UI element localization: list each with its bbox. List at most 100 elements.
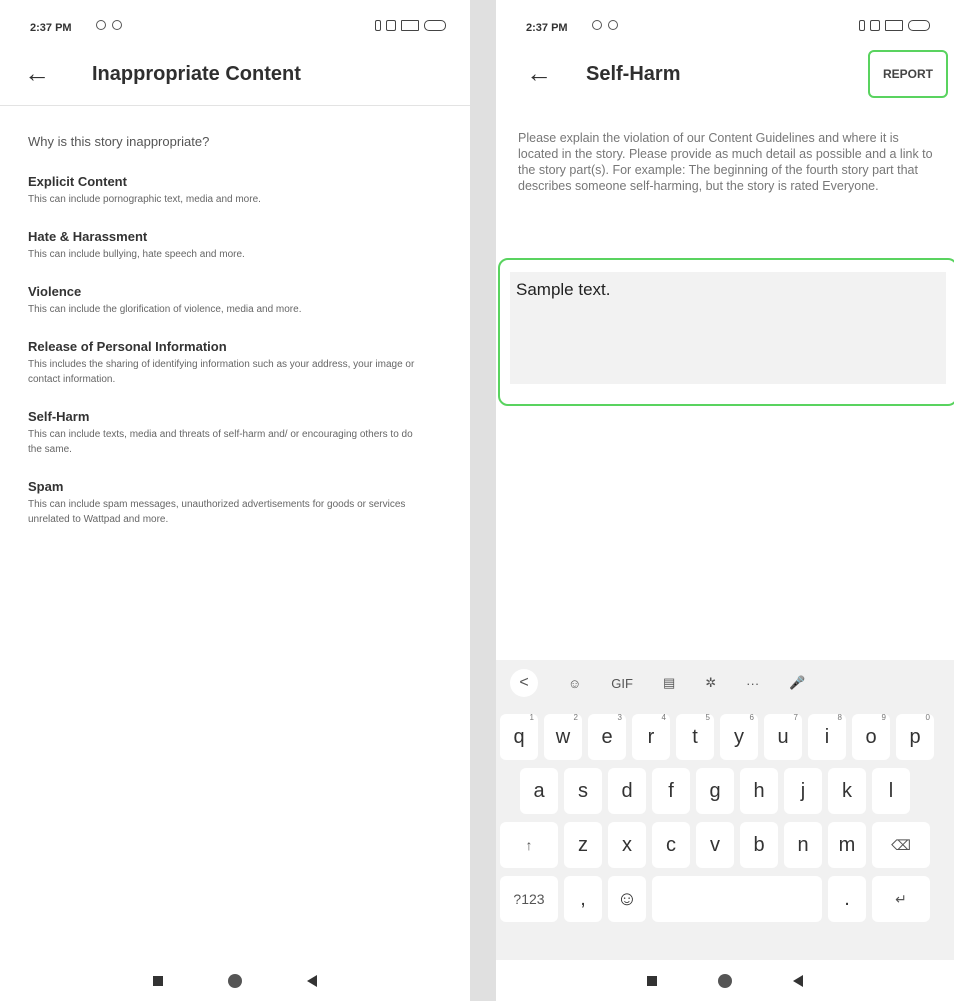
key-b[interactable]: b — [740, 822, 778, 868]
reason-description: This can include texts, media and threat… — [28, 429, 413, 455]
reason-option[interactable]: Violence This can include the glorificati… — [28, 284, 428, 317]
key-n[interactable]: n — [784, 822, 822, 868]
app-bar: ← Self-Harm REPORT — [496, 50, 954, 106]
key-g[interactable]: g — [696, 768, 734, 814]
reason-option[interactable]: Hate & Harassment This can include bullyi… — [28, 229, 428, 262]
emoji-key[interactable]: ☺ — [608, 876, 646, 922]
key-y[interactable]: y6 — [720, 713, 758, 760]
key-label: o — [865, 726, 877, 748]
status-time: 2:37 PM — [30, 22, 72, 34]
status-time: 2:37 PM — [526, 22, 568, 34]
keyboard-row-3: ↑ z x c v b n m ⌫ — [496, 822, 954, 868]
reason-option[interactable]: Self-Harm This can include texts, media a… — [28, 409, 428, 457]
keyboard-row-2: asdfghjkl — [496, 768, 954, 814]
back-button[interactable] — [793, 975, 804, 987]
key-q[interactable]: q1 — [500, 713, 538, 760]
backspace-key[interactable]: ⌫ — [872, 822, 930, 868]
key-p[interactable]: p0 — [896, 713, 934, 760]
more-icon[interactable]: ··· — [746, 676, 759, 691]
collapse-icon[interactable]: < — [510, 669, 538, 697]
key-label: y — [734, 726, 744, 748]
reason-option[interactable]: Spam This can include spam messages, unau… — [28, 479, 428, 527]
explanation-field-wrapper — [498, 258, 954, 406]
reason-description: This can include bullying, hate speech a… — [28, 249, 245, 260]
reason-option[interactable]: Explicit Content This can include pornogr… — [28, 174, 428, 207]
clipboard-icon[interactable]: ▤ — [663, 675, 675, 691]
shift-key[interactable]: ↑ — [500, 822, 558, 868]
key-w[interactable]: w2 — [544, 713, 582, 760]
key-number-hint: 4 — [661, 713, 666, 722]
microphone-icon[interactable]: 🎤 — [789, 675, 805, 691]
key-number-hint: 3 — [617, 713, 622, 722]
enter-key[interactable]: ↵ — [872, 876, 930, 922]
reason-title: Self-Harm — [28, 409, 90, 424]
key-x[interactable]: x — [608, 822, 646, 868]
sticker-icon[interactable]: ☺ — [568, 676, 581, 691]
key-label: i — [824, 726, 830, 748]
key-t[interactable]: t5 — [676, 713, 714, 760]
reason-description: This includes the sharing of identifying… — [28, 359, 415, 385]
key-o[interactable]: o9 — [852, 713, 890, 760]
explanation-input[interactable] — [510, 272, 946, 384]
recents-button[interactable] — [152, 976, 163, 986]
key-k[interactable]: k — [828, 768, 866, 814]
reason-title: Explicit Content — [28, 174, 127, 189]
key-number-hint: 8 — [837, 713, 842, 722]
key-label: r — [647, 726, 655, 748]
symbols-key[interactable]: ?123 — [500, 876, 558, 922]
key-h[interactable]: h — [740, 768, 778, 814]
key-z[interactable]: z — [564, 822, 602, 868]
key-s[interactable]: s — [564, 768, 602, 814]
key-label: q — [513, 726, 525, 748]
reason-title: Spam — [28, 479, 64, 494]
key-u[interactable]: u7 — [764, 713, 802, 760]
comma-key[interactable]: , — [564, 876, 602, 922]
reason-list: Explicit Content This can include pornogr… — [28, 174, 428, 549]
keyboard-row-4: ?123, ☺. ↵ — [496, 876, 954, 922]
key-m[interactable]: m — [828, 822, 866, 868]
back-arrow-icon[interactable]: ← — [526, 58, 552, 89]
key-j[interactable]: j — [784, 768, 822, 814]
back-button[interactable] — [307, 975, 318, 987]
key-number-hint: 9 — [881, 713, 886, 722]
key-i[interactable]: i8 — [808, 713, 846, 760]
recents-button[interactable] — [646, 976, 657, 986]
key-number-hint: 6 — [749, 713, 754, 722]
key-r[interactable]: r4 — [632, 713, 670, 760]
question-text: Why is this story inappropriate? — [28, 134, 210, 149]
right-screen: 2:37 PM ← Self-Harm REPORT Please explai… — [496, 0, 954, 1001]
status-icons — [859, 20, 930, 31]
key-label: w — [555, 726, 571, 748]
key-d[interactable]: d — [608, 768, 646, 814]
key-number-hint: 0 — [925, 713, 930, 722]
settings-icon[interactable]: ✲ — [705, 675, 716, 691]
battery-saver-icon — [870, 20, 880, 31]
key-l[interactable]: l — [872, 768, 910, 814]
page-title: Inappropriate Content — [92, 63, 301, 85]
key-e[interactable]: e3 — [588, 713, 626, 760]
key-label: t — [692, 726, 698, 748]
key-number-hint: 5 — [705, 713, 710, 722]
space-key[interactable] — [652, 876, 822, 922]
gif-button[interactable]: GIF — [611, 676, 633, 691]
alarm-icon — [608, 20, 618, 30]
reason-option[interactable]: Release of Personal Information This incl… — [28, 339, 428, 387]
battery-icon — [908, 20, 930, 31]
system-nav-bar — [0, 961, 470, 1001]
reason-description: This can include spam messages, unauthor… — [28, 499, 406, 525]
key-label: p — [909, 726, 921, 748]
key-a[interactable]: a — [520, 768, 558, 814]
status-bar: 2:37 PM — [496, 0, 954, 50]
home-button[interactable] — [227, 974, 242, 988]
notification-icon — [592, 20, 602, 30]
key-f[interactable]: f — [652, 768, 690, 814]
key-c[interactable]: c — [652, 822, 690, 868]
status-icons — [375, 20, 446, 31]
key-label: e — [601, 726, 613, 748]
key-v[interactable]: v — [696, 822, 734, 868]
report-button[interactable]: REPORT — [868, 50, 948, 98]
back-arrow-icon[interactable]: ← — [24, 58, 50, 89]
battery-icon — [424, 20, 446, 31]
home-button[interactable] — [717, 974, 732, 988]
period-key[interactable]: . — [828, 876, 866, 922]
